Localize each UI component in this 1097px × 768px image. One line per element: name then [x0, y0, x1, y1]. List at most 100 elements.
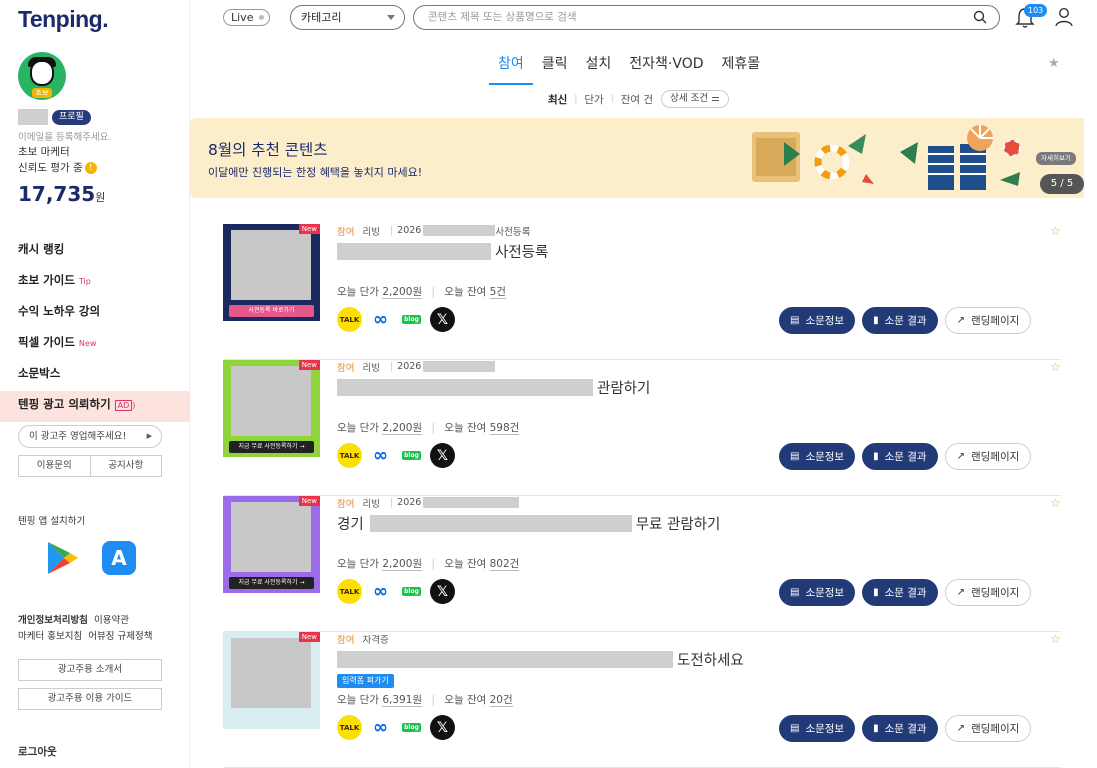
- tab-click[interactable]: 클릭: [533, 54, 577, 85]
- avatar[interactable]: 초보: [18, 52, 66, 100]
- campaign-card[interactable]: New 참여 자격증 도전하세요 입력폼 펴가기 오늘 단가 6,391원 | …: [223, 632, 1061, 768]
- campaign-info-button[interactable]: ▤ 소문정보: [779, 443, 856, 470]
- price-label: 오늘 단가: [337, 694, 379, 706]
- kakaotalk-icon[interactable]: TALK: [337, 307, 362, 332]
- search-icon[interactable]: [973, 10, 987, 24]
- sidebar-item-pixel-guide[interactable]: 픽셀 가이드 New: [0, 329, 190, 360]
- new-badge: New: [298, 496, 320, 506]
- sidebar: Tenping. 초보 프로필 이메일을 등록해주세요. 초보 마케터 신뢰도 …: [0, 0, 190, 767]
- campaign-result-button[interactable]: ▮ 소문 결과: [862, 307, 938, 334]
- google-play-icon[interactable]: [44, 540, 80, 576]
- title-redacted: [337, 378, 593, 396]
- sidebar-item-revenue-lecture[interactable]: 수익 노하우 강의: [0, 298, 190, 329]
- campaign-info-button[interactable]: ▤ 소문정보: [779, 307, 856, 334]
- campaign-card[interactable]: 지금 무료 사전등록하기 → New 참여 리빙 | 2026 경기 무료 관람하…: [223, 496, 1061, 632]
- search-input[interactable]: 콘텐츠 제목 또는 상품명으로 검색: [413, 5, 1000, 30]
- meta-icon[interactable]: ∞: [368, 307, 393, 332]
- sidebar-item-ad-request[interactable]: 텐핑 광고 의뢰하기 AD): [0, 391, 190, 422]
- campaign-card[interactable]: 사전등록 바로가기 New 참여 리빙 | 2026 사전등록 사전등록 오늘 단…: [223, 224, 1061, 360]
- meta-icon[interactable]: ∞: [368, 443, 393, 468]
- star-outline-icon[interactable]: ☆: [1050, 224, 1061, 238]
- tenping-logo[interactable]: Tenping.: [18, 6, 109, 33]
- main-tabs: 참여 클릭 설치 전자책·VOD 제휴몰: [489, 54, 769, 85]
- x-icon[interactable]: 𝕏: [430, 579, 455, 604]
- campaign-info-button[interactable]: ▤ 소문정보: [779, 579, 856, 606]
- star-icon[interactable]: ★: [1048, 56, 1060, 71]
- tab-ebook-vod[interactable]: 전자책·VOD: [620, 54, 712, 85]
- blog-label: blog: [402, 315, 421, 324]
- category-select[interactable]: 카테고리: [290, 5, 405, 30]
- share-buttons: TALK ∞ blog 𝕏: [337, 715, 455, 740]
- x-icon[interactable]: 𝕏: [430, 715, 455, 740]
- sidebar-item-beginner-guide[interactable]: 초보 가이드 Tip: [0, 267, 190, 298]
- meta-icon[interactable]: ∞: [368, 579, 393, 604]
- campaign-thumbnail[interactable]: New: [223, 632, 320, 729]
- sort-price[interactable]: 단가: [584, 92, 603, 107]
- username-redacted: [18, 109, 48, 125]
- result-label: 소문 결과: [884, 723, 927, 735]
- landing-page-button[interactable]: ↗ 랜딩페이지: [944, 715, 1032, 742]
- campaign-result-button[interactable]: ▮ 소문 결과: [862, 715, 938, 742]
- card-actions: ▤ 소문정보 ▮ 소문 결과 ↗ 랜딩페이지: [779, 307, 1032, 334]
- campaign-title[interactable]: 관람하기: [337, 376, 650, 398]
- naver-blog-icon[interactable]: blog: [399, 579, 424, 604]
- campaign-thumbnail[interactable]: 지금 무료 사전등록하기 → New: [223, 360, 320, 457]
- terms-link[interactable]: 이용약관: [94, 615, 129, 626]
- info-label: 소문정보: [805, 315, 845, 327]
- campaign-title[interactable]: 도전하세요: [337, 648, 744, 670]
- campaign-title[interactable]: 사전등록: [337, 240, 548, 262]
- abuse-policy-link[interactable]: 어뷰징 규제정책: [88, 631, 152, 642]
- sort-latest[interactable]: 최신: [548, 92, 567, 107]
- guideline-link[interactable]: 마케터 홍보지침: [18, 631, 82, 642]
- logout-link[interactable]: 로그아웃: [18, 744, 57, 759]
- sidebar-item-sobox[interactable]: 소문박스: [0, 360, 190, 391]
- star-outline-icon[interactable]: ☆: [1050, 632, 1061, 646]
- advertiser-guide-button[interactable]: 광고주용 이용 가이드: [18, 688, 162, 710]
- tab-participate[interactable]: 참여: [489, 54, 533, 85]
- campaign-thumbnail[interactable]: 사전등록 바로가기 New: [223, 224, 320, 321]
- advertiser-intro-button[interactable]: 광고주용 소개서: [18, 659, 162, 681]
- talk-label: TALK: [339, 723, 360, 732]
- detail-filter-button[interactable]: 상세 조건 ⚌: [661, 90, 729, 108]
- email-hint[interactable]: 이메일을 등록해주세요.: [18, 129, 111, 143]
- kakaotalk-icon[interactable]: TALK: [337, 579, 362, 604]
- campaign-info-button[interactable]: ▤ 소문정보: [779, 715, 856, 742]
- x-icon[interactable]: 𝕏: [430, 443, 455, 468]
- landing-page-button[interactable]: ↗ 랜딩페이지: [944, 579, 1032, 606]
- campaign-title[interactable]: 경기 무료 관람하기: [337, 512, 720, 534]
- policy-links-1: 개인정보처리방침 이용약관: [18, 612, 129, 626]
- title-suffix: 관람하기: [597, 380, 651, 397]
- naver-blog-icon[interactable]: blog: [399, 307, 424, 332]
- sales-request-button[interactable]: 이 광고주 영업해주세요! ▶: [18, 425, 162, 448]
- kakaotalk-icon[interactable]: TALK: [337, 715, 362, 740]
- user-icon[interactable]: [1055, 7, 1073, 27]
- profile-button[interactable]: 프로필: [52, 110, 91, 125]
- banner-more-button[interactable]: 자세히보기: [1036, 152, 1076, 165]
- star-outline-icon[interactable]: ☆: [1050, 496, 1061, 510]
- live-toggle[interactable]: Live: [223, 9, 270, 26]
- star-outline-icon[interactable]: ☆: [1050, 360, 1061, 374]
- campaign-result-button[interactable]: ▮ 소문 결과: [862, 443, 938, 470]
- landing-page-button[interactable]: ↗ 랜딩페이지: [944, 443, 1032, 470]
- campaign-result-button[interactable]: ▮ 소문 결과: [862, 579, 938, 606]
- naver-blog-icon[interactable]: blog: [399, 443, 424, 468]
- privacy-link[interactable]: 개인정보처리방침: [18, 615, 88, 626]
- kakaotalk-icon[interactable]: TALK: [337, 443, 362, 468]
- landing-page-button[interactable]: ↗ 랜딩페이지: [944, 307, 1032, 334]
- inquiry-button[interactable]: 이용문의: [19, 456, 90, 476]
- remain-value: 5건: [489, 286, 506, 299]
- campaign-type: 참여: [337, 634, 355, 646]
- campaign-card[interactable]: 지금 무료 사전등록하기 → New 참여 리빙 | 2026 관람하기 오늘 단…: [223, 360, 1061, 496]
- campaign-thumbnail[interactable]: 지금 무료 사전등록하기 → New: [223, 496, 320, 593]
- tab-install[interactable]: 설치: [577, 54, 621, 85]
- recommend-banner[interactable]: 8월의 추천 콘텐츠 이달에만 진행되는 한정 혜택을 놓치지 마세요! 자세히…: [190, 118, 1084, 198]
- meta-icon[interactable]: ∞: [368, 715, 393, 740]
- app-store-icon[interactable]: A: [102, 541, 136, 575]
- notice-button[interactable]: 공지사항: [89, 456, 162, 476]
- tab-partner-mall[interactable]: 제휴몰: [713, 54, 770, 85]
- naver-blog-icon[interactable]: blog: [399, 715, 424, 740]
- sidebar-item-cash-ranking[interactable]: 캐시 랭킹: [0, 236, 190, 267]
- info-icon[interactable]: !: [84, 162, 97, 174]
- x-icon[interactable]: 𝕏: [430, 307, 455, 332]
- sort-remaining[interactable]: 잔여 건: [621, 92, 653, 107]
